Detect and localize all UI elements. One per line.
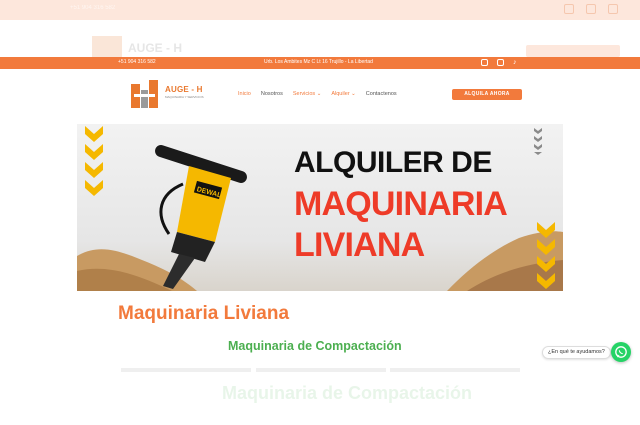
nav-item-inicio[interactable]: Inicio: [238, 91, 251, 97]
main-nav: Inicio Nosotros Servicios ⌄ Alquiler ⌄ C…: [238, 91, 397, 97]
nav-item-contactenos[interactable]: Contactenos: [366, 91, 397, 97]
banner-headline-line1: ALQUILER DE: [294, 146, 492, 179]
instagram-icon[interactable]: [497, 59, 504, 66]
topbar-social: ♪: [481, 59, 520, 66]
whatsapp-help-label[interactable]: ¿En qué te ayudamos?: [542, 346, 611, 359]
banner-headline-line2: MAQUINARIA: [294, 185, 508, 223]
facebook-icon[interactable]: [481, 59, 488, 66]
topbar-phone[interactable]: +51 904 316 582: [118, 59, 156, 65]
nav-item-nosotros[interactable]: Nosotros: [261, 91, 283, 97]
topbar-address: Urb. Los Ambites Mz C Lt 16 Trujillo - L…: [264, 59, 373, 65]
logo-tagline: MAQUINARIA Y SERVICIOS: [165, 95, 204, 99]
whatsapp-icon: [615, 346, 627, 358]
logo-name: AUGE - H: [165, 85, 203, 94]
hero-banner: DEWALT ALQUILER DE MAQUINARIA LIVIANA: [77, 124, 563, 291]
page: +51 904 316 582 Urb. Los Ambites Mz C Lt…: [0, 0, 640, 425]
whatsapp-button[interactable]: [611, 342, 631, 362]
right-chevrons-icon: [537, 222, 555, 289]
nav-item-servicios[interactable]: Servicios ⌄: [293, 91, 321, 97]
topbar: +51 904 316 582 Urb. Los Ambites Mz C Lt…: [0, 57, 640, 69]
jackhammer-image: DEWALT: [155, 145, 247, 289]
logo-text: AUGE - H MAQUINARIA Y SERVICIOS: [165, 80, 204, 99]
right-gray-chevrons-icon: [534, 128, 542, 155]
logo-icon: [131, 80, 159, 108]
banner-headline-line3: LIVIANA: [294, 226, 425, 264]
nav-item-alquiler[interactable]: Alquiler ⌄: [331, 91, 355, 97]
rent-now-button[interactable]: ALQUILA AHORA: [452, 89, 522, 100]
tiktok-icon[interactable]: ♪: [513, 59, 520, 66]
section-heading: Maquinaria de Compactación: [228, 339, 402, 353]
page-title: Maquinaria Liviana: [118, 303, 290, 324]
site-logo[interactable]: AUGE - H MAQUINARIA Y SERVICIOS: [131, 80, 204, 108]
left-chevrons-icon: [85, 126, 103, 196]
